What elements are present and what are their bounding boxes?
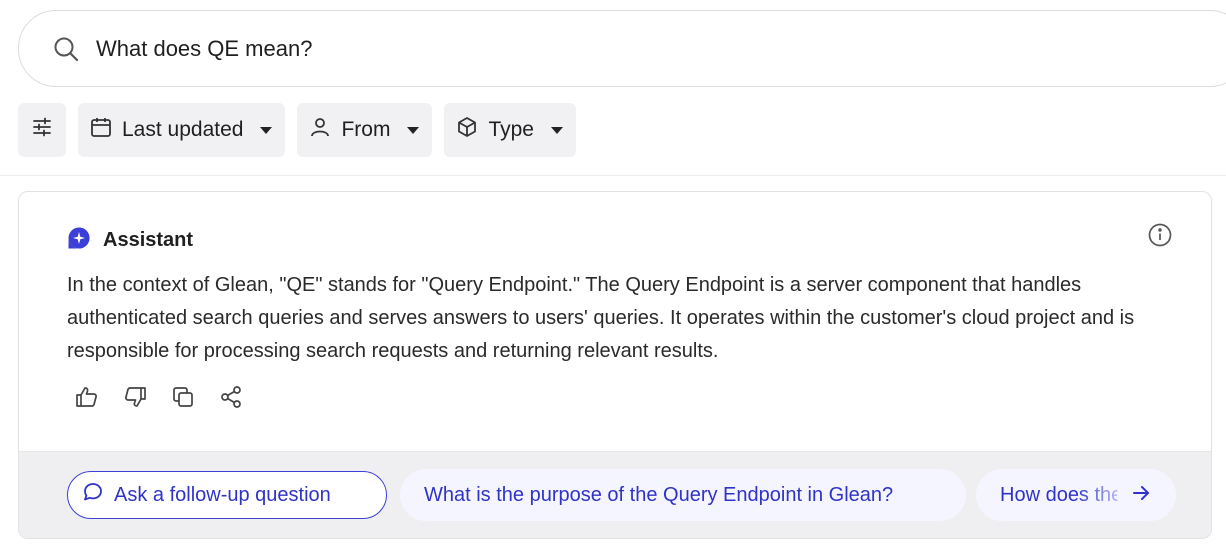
filter-from[interactable]: From: [297, 103, 433, 157]
next-suggestions-button[interactable]: [1117, 471, 1165, 519]
thumbs-down-icon[interactable]: [123, 385, 147, 409]
assistant-card: Assistant In the context of Glean, "QE" …: [18, 191, 1212, 539]
filter-last-updated[interactable]: Last updated: [78, 103, 286, 157]
answer-actions: [75, 385, 243, 409]
search-icon: [52, 35, 80, 63]
sliders-icon: [31, 116, 53, 144]
chat-bubble-icon: [82, 481, 104, 509]
followup-label: Ask a follow-up question: [114, 483, 331, 506]
copy-icon[interactable]: [171, 385, 195, 409]
info-icon: [1147, 223, 1173, 252]
followup-bar: Ask a follow-up question What is the pur…: [19, 451, 1211, 538]
suggestion-text: What is the purpose of the Query Endpoin…: [424, 483, 894, 506]
filter-bar: Last updated From Type: [18, 103, 576, 157]
assistant-logo-icon: [67, 226, 91, 255]
filter-label: Type: [488, 118, 534, 141]
suggested-question[interactable]: What is the purpose of the Query Endpoin…: [400, 469, 966, 521]
person-icon: [309, 116, 331, 144]
caret-down-icon: [550, 118, 564, 142]
search-bar[interactable]: [18, 10, 1226, 87]
info-button[interactable]: [1147, 222, 1173, 248]
cube-icon: [456, 116, 478, 144]
caret-down-icon: [259, 118, 273, 142]
assistant-answer: In the context of Glean, "QE" stands for…: [67, 274, 1135, 362]
search-input[interactable]: [96, 35, 996, 62]
divider: [0, 175, 1226, 176]
share-icon[interactable]: [219, 385, 243, 409]
assistant-header: Assistant: [67, 226, 193, 255]
thumbs-up-icon[interactable]: [75, 385, 99, 409]
filter-settings-button[interactable]: [18, 103, 66, 157]
filter-label: From: [341, 118, 391, 141]
calendar-icon: [90, 116, 112, 144]
caret-down-icon: [406, 118, 420, 142]
filter-label: Last updated: [122, 118, 244, 141]
filter-type[interactable]: Type: [444, 103, 576, 157]
ask-followup-button[interactable]: Ask a follow-up question: [67, 471, 387, 519]
arrow-right-icon: [1130, 482, 1152, 509]
assistant-label: Assistant: [103, 229, 194, 251]
